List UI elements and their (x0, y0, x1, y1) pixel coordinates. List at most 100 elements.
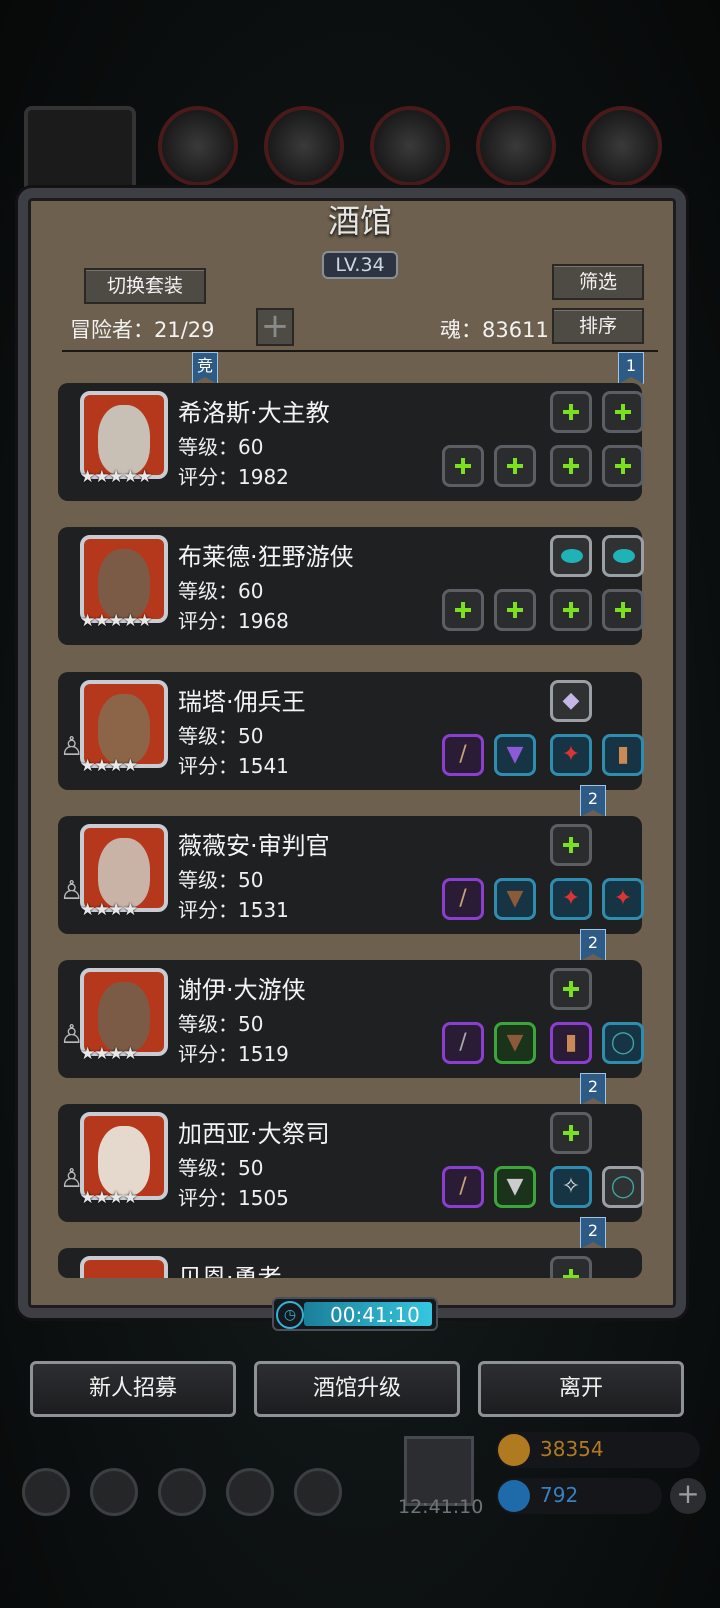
gem-counter: 792 (496, 1478, 662, 1514)
add-accessory-slot[interactable] (550, 445, 592, 487)
hero-score: 评分：1982 (178, 465, 289, 489)
hero-score: 评分：1541 (178, 754, 289, 778)
hero-card[interactable]: ♙ ★★★★ 加西亚·大祭司 等级：50 评分：1505 / ▼ ✧ ◯ (58, 1104, 644, 1222)
add-weapon-slot[interactable] (442, 589, 484, 631)
amulet-icon: ✦ (613, 886, 633, 911)
hero-card[interactable]: ★★★★★ 希洛斯·大主教 等级：60 评分：1982 (58, 383, 644, 501)
accessory-slot[interactable]: ✦ (550, 734, 592, 776)
add-armor-slot[interactable] (494, 589, 536, 631)
armor-slot[interactable]: ▼ (494, 734, 536, 776)
armor-slot[interactable]: ▼ (494, 878, 536, 920)
pickaxe-icon: / (459, 1030, 467, 1055)
crystal-icon: ◆ (562, 688, 580, 713)
gem-skill-slot[interactable] (602, 535, 644, 577)
hero-level: 等级：60 (178, 579, 264, 603)
hero-portrait (80, 680, 168, 768)
hero-score: 评分：1519 (178, 1042, 289, 1066)
gold-counter: 38354 (496, 1432, 700, 1468)
add-accessory-slot[interactable] (602, 445, 644, 487)
gem-skill-slot[interactable] (550, 535, 592, 577)
resource-slot-2[interactable] (264, 106, 344, 186)
weapon-slot[interactable]: / (442, 734, 484, 776)
gold-value: 38354 (540, 1437, 604, 1461)
add-accessory-slot[interactable] (602, 589, 644, 631)
add-slot-button[interactable]: + (256, 308, 294, 346)
hero-stars: ★★★★ (80, 1044, 138, 1064)
add-skill-slot[interactable] (550, 391, 592, 433)
add-weapon-slot[interactable] (442, 445, 484, 487)
hero-level: 等级：60 (178, 435, 264, 459)
hero-portrait (80, 1256, 168, 1278)
hero-portrait (80, 535, 168, 623)
filter-button[interactable]: 筛选 (552, 264, 644, 300)
add-skill-slot[interactable] (602, 391, 644, 433)
gold-icon (498, 1434, 530, 1466)
accessory-slot[interactable]: ▮ (602, 734, 644, 776)
crystal-skill-slot[interactable]: ◆ (550, 680, 592, 722)
mail-icon[interactable] (226, 1468, 274, 1516)
menu-icon[interactable] (22, 1468, 70, 1516)
hero-card[interactable]: ♙ ★★★★ 谢伊·大游侠 等级：50 评分：1519 / ▼ ▮ ◯ (58, 960, 644, 1078)
resource-slot-3[interactable] (370, 106, 450, 186)
hero-portrait (80, 1112, 168, 1200)
scroll-icon: ▮ (616, 742, 630, 767)
add-armor-slot[interactable] (494, 445, 536, 487)
accessory-slot[interactable]: ✧ (550, 1166, 592, 1208)
hero-card[interactable]: ♙ ★★★★ 薇薇安·审判官 等级：50 评分：1531 / ▼ ✦ ✦ (58, 816, 644, 934)
page-title: 酒馆 (327, 202, 392, 240)
map-icon[interactable] (294, 1468, 342, 1516)
armor-slot[interactable]: ▼ (494, 1022, 536, 1064)
soul-count: 魂：83611 (440, 318, 549, 342)
armor-slot[interactable]: ▼ (494, 1166, 536, 1208)
add-skill-slot[interactable] (550, 968, 592, 1010)
hero-level: 等级：50 (178, 724, 264, 748)
resource-slot-1[interactable] (158, 106, 238, 186)
hero-level: 等级：50 (178, 1156, 264, 1180)
hero-card[interactable]: 贝恩·勇者 (58, 1248, 642, 1278)
add-currency-button[interactable]: + (670, 1478, 706, 1514)
weapon-slot[interactable]: / (442, 1166, 484, 1208)
add-accessory-slot[interactable] (550, 589, 592, 631)
hero-level: 等级：50 (178, 1012, 264, 1036)
add-skill-slot[interactable] (550, 1256, 592, 1278)
hero-stars: ★★★★ (80, 900, 138, 920)
switch-set-button[interactable]: 切换套装 (84, 268, 206, 304)
armor-icon: ▼ (506, 1030, 524, 1055)
gem-icon (498, 1480, 530, 1512)
recruit-button[interactable]: 新人招募 (30, 1361, 236, 1417)
hero-name: 希洛斯·大主教 (178, 399, 330, 427)
accessory-slot[interactable]: ▮ (550, 1022, 592, 1064)
game-clock: 12:41:10 (398, 1496, 484, 1518)
accessory-slot[interactable]: ✦ (550, 878, 592, 920)
hero-icon[interactable] (90, 1468, 138, 1516)
add-skill-slot[interactable] (550, 824, 592, 866)
adventurer-count: 冒险者：21/29 (70, 318, 215, 342)
resource-slot-4[interactable] (476, 106, 556, 186)
hero-score: 评分：1505 (178, 1186, 289, 1210)
add-skill-slot[interactable] (550, 1112, 592, 1154)
resource-slot-5[interactable] (582, 106, 662, 186)
tavern-upgrade-button[interactable]: 酒馆升级 (254, 1361, 460, 1417)
hero-card[interactable]: ♙ ★★★★ 瑞塔·佣兵王 等级：50 评分：1541 ◆ / ▼ ✦ ▮ (58, 672, 644, 790)
leave-button[interactable]: 离开 (478, 1361, 684, 1417)
armor-icon: ▼ (506, 1174, 524, 1199)
gem-value: 792 (540, 1483, 579, 1507)
axe-icon: / (459, 1174, 467, 1199)
tavern-icon[interactable] (158, 1468, 206, 1516)
ring-icon: ◯ (610, 1030, 636, 1055)
hero-stars: ★★★★★ (80, 611, 152, 631)
weapon-slot[interactable]: / (442, 878, 484, 920)
weapon-slot[interactable]: / (442, 1022, 484, 1064)
amulet-icon: ✦ (561, 742, 581, 767)
armor-icon: ▼ (506, 742, 524, 767)
accessory-slot[interactable]: ◯ (602, 1022, 644, 1064)
axe-icon: / (459, 886, 467, 911)
accessory-slot[interactable]: ◯ (602, 1166, 644, 1208)
level-badge: LV.34 (322, 251, 398, 279)
hero-name: 布莱德·狂野游侠 (178, 543, 354, 571)
sort-button[interactable]: 排序 (552, 308, 644, 344)
accessory-slot[interactable]: ✦ (602, 878, 644, 920)
clock-icon: ◷ (276, 1301, 304, 1329)
hero-portrait (80, 968, 168, 1056)
hero-card[interactable]: ★★★★★ 布莱德·狂野游侠 等级：60 评分：1968 (58, 527, 644, 645)
